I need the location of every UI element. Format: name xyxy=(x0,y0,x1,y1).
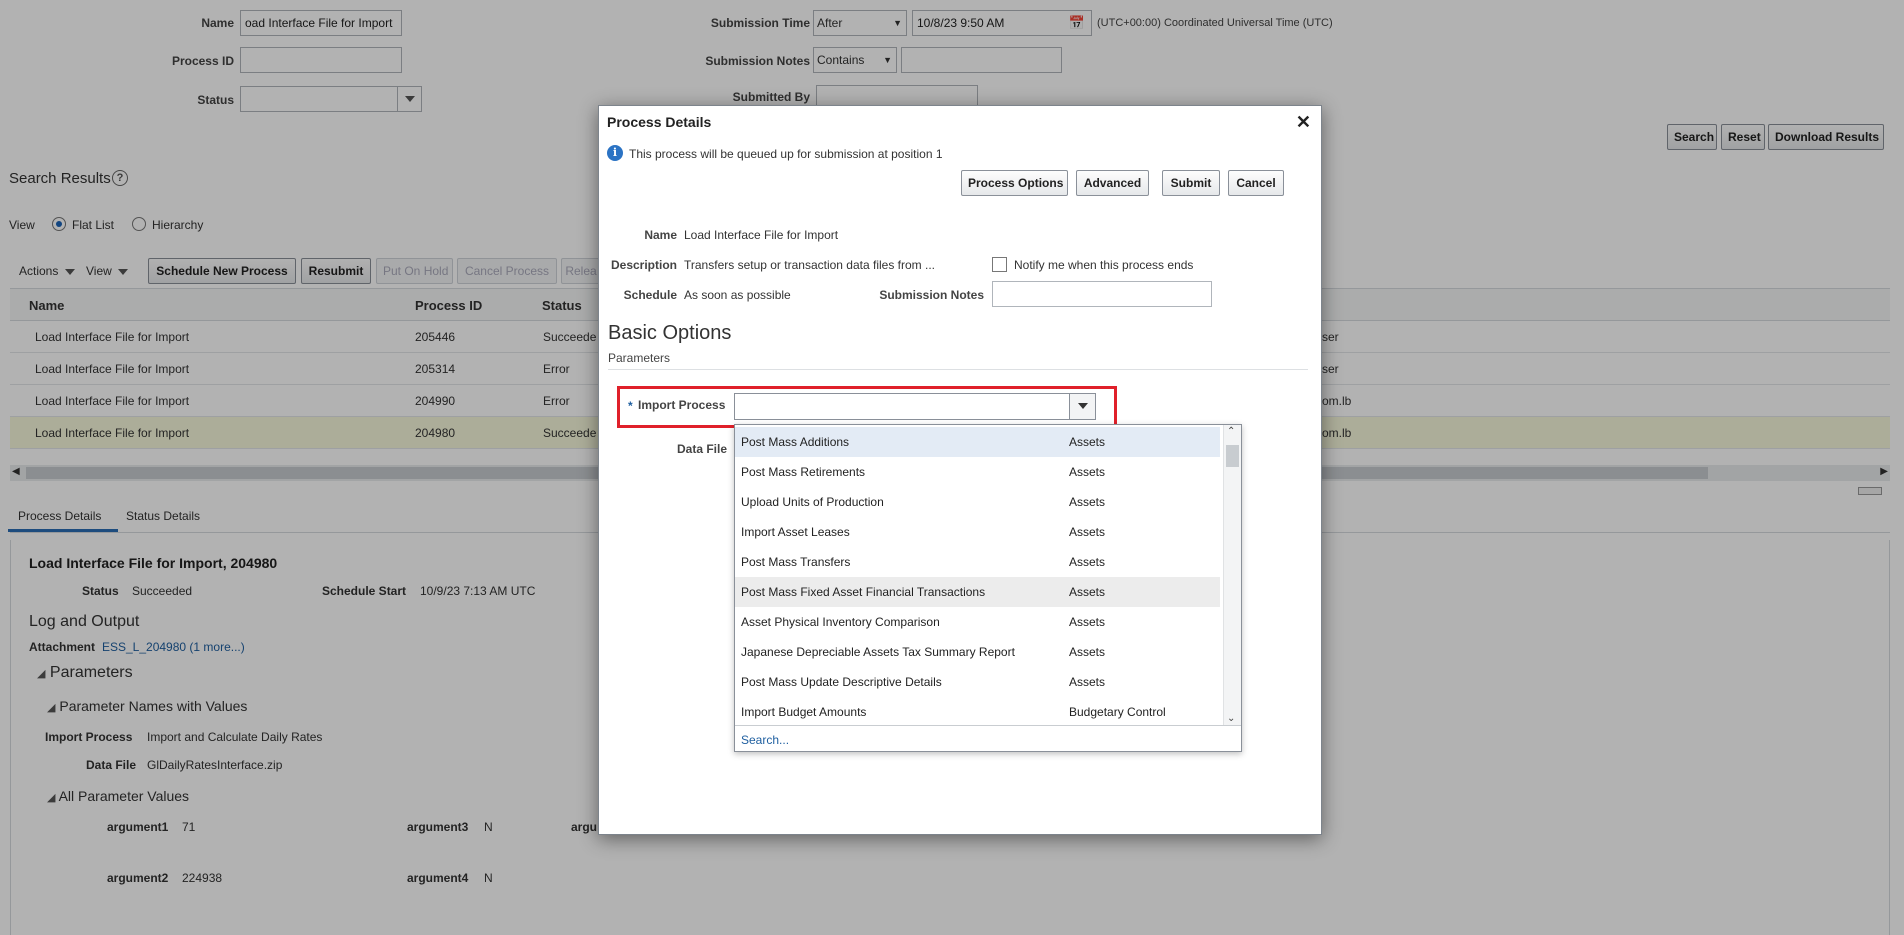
description-value: Transfers setup or transaction data file… xyxy=(684,258,935,272)
option-category: Assets xyxy=(1069,645,1106,659)
option-name: Post Mass Fixed Asset Financial Transact… xyxy=(741,585,986,599)
option-name: Post Mass Retirements xyxy=(741,465,866,479)
option-name: Import Budget Amounts xyxy=(741,705,867,719)
option-name: Post Mass Transfers xyxy=(741,555,851,569)
data-file-field-label: Data File xyxy=(677,442,728,456)
dropdown-divider xyxy=(735,725,1241,726)
process-details-dialog: Process Details ✕ i This process will be… xyxy=(598,105,1322,835)
list-item[interactable]: Asset Physical Inventory Comparison Asset… xyxy=(735,607,1220,637)
info-icon: i xyxy=(607,145,623,161)
option-name: Asset Physical Inventory Comparison xyxy=(741,615,940,629)
list-item[interactable]: Post Mass Update Descriptive Details Asse… xyxy=(735,667,1220,697)
list-item[interactable]: Upload Units of Production Assets xyxy=(735,487,1220,517)
option-category: Budgetary Control xyxy=(1069,705,1166,719)
modal-name-label: Name xyxy=(644,228,677,242)
modal-submission-notes-input[interactable] xyxy=(992,281,1212,307)
option-category: Assets xyxy=(1069,555,1106,569)
modal-submission-notes-label: Submission Notes xyxy=(879,288,984,302)
parameters-subheading: Parameters xyxy=(608,351,671,365)
close-icon[interactable]: ✕ xyxy=(1296,112,1311,133)
schedule-label: Schedule xyxy=(623,288,677,302)
option-category: Assets xyxy=(1069,435,1106,449)
list-item[interactable]: Post Mass Transfers Assets xyxy=(735,547,1220,577)
notify-checkbox[interactable] xyxy=(992,257,1007,272)
option-name: Post Mass Additions xyxy=(741,435,850,449)
list-item[interactable]: Post Mass Fixed Asset Financial Transact… xyxy=(735,577,1220,607)
submit-button[interactable]: Submit xyxy=(1162,170,1220,196)
scrollbar-thumb[interactable] xyxy=(1226,445,1239,467)
chevron-down-icon[interactable] xyxy=(1069,394,1095,419)
option-name: Post Mass Update Descriptive Details xyxy=(741,675,942,689)
import-process-field-label: Import Process xyxy=(638,398,726,412)
option-category: Assets xyxy=(1069,465,1106,479)
dropdown-scrollbar[interactable]: ⌃ ⌄ xyxy=(1223,425,1241,725)
list-item[interactable]: Japanese Depreciable Assets Tax Summary … xyxy=(735,637,1220,667)
notify-label: Notify me when this process ends xyxy=(1014,258,1194,272)
option-category: Assets xyxy=(1069,585,1106,599)
scroll-up-icon[interactable]: ⌃ xyxy=(1227,426,1235,437)
schedule-value: As soon as possible xyxy=(684,288,791,302)
cancel-button[interactable]: Cancel xyxy=(1228,170,1284,196)
section-divider xyxy=(608,369,1308,370)
info-message: This process will be queued up for submi… xyxy=(629,147,943,161)
dropdown-search-link[interactable]: Search... xyxy=(741,733,789,747)
option-name: Japanese Depreciable Assets Tax Summary … xyxy=(741,645,1015,659)
list-item[interactable]: Import Asset Leases Assets xyxy=(735,517,1220,547)
option-name: Import Asset Leases xyxy=(741,525,850,539)
dropdown-list: Post Mass Additions Assets Post Mass Reti… xyxy=(735,425,1223,725)
option-name: Upload Units of Production xyxy=(741,495,884,509)
basic-options-heading: Basic Options xyxy=(608,322,732,344)
modal-name-value: Load Interface File for Import xyxy=(684,228,839,242)
list-item[interactable]: Import Budget Amounts Budgetary Control xyxy=(735,697,1220,725)
option-category: Assets xyxy=(1069,495,1106,509)
required-marker: * xyxy=(628,399,633,413)
scroll-down-icon[interactable]: ⌄ xyxy=(1227,713,1235,724)
option-category: Assets xyxy=(1069,615,1106,629)
advanced-button[interactable]: Advanced xyxy=(1076,170,1149,196)
option-category: Assets xyxy=(1069,675,1106,689)
list-item[interactable]: Post Mass Additions Assets xyxy=(735,427,1220,457)
import-process-combobox[interactable] xyxy=(734,393,1096,420)
process-options-button[interactable]: Process Options xyxy=(961,170,1068,196)
list-item[interactable]: Post Mass Retirements Assets xyxy=(735,457,1220,487)
dialog-title: Process Details xyxy=(607,114,712,130)
option-category: Assets xyxy=(1069,525,1106,539)
import-process-dropdown[interactable]: Post Mass Additions Assets Post Mass Reti… xyxy=(734,424,1242,752)
description-label: Description xyxy=(610,258,677,272)
